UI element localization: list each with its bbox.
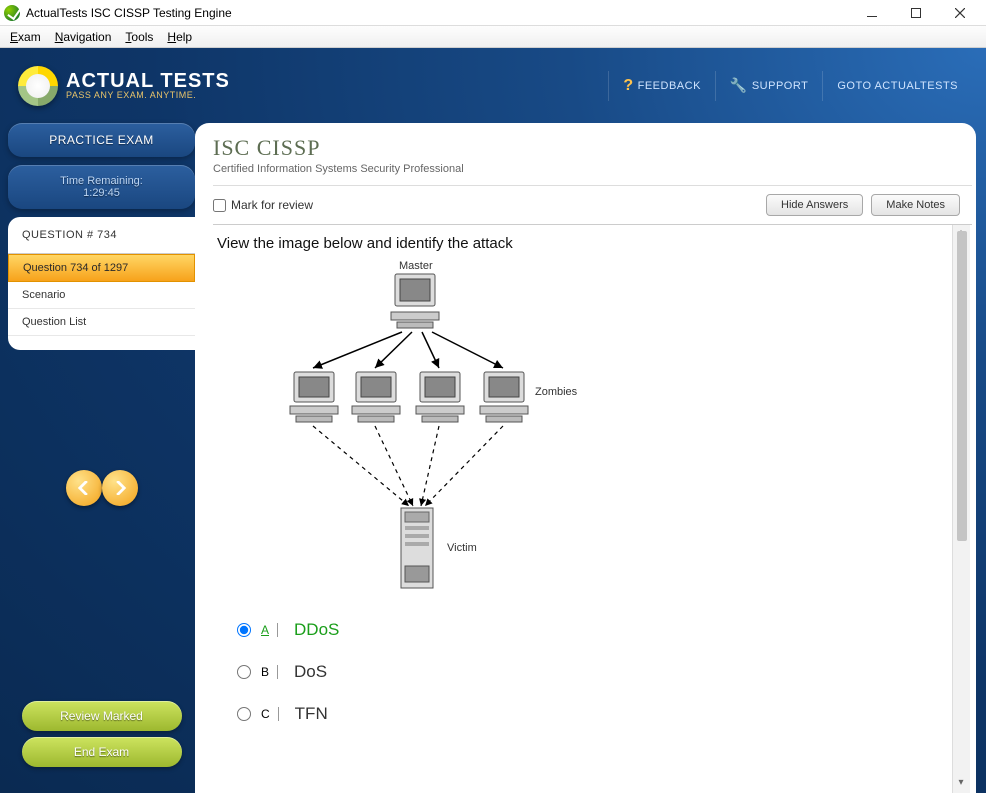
menu-tools[interactable]: Tools	[125, 30, 153, 44]
brand-subtitle: PASS ANY EXAM. ANYTIME.	[66, 91, 230, 100]
menu-navigation[interactable]: Navigation	[55, 30, 112, 44]
sidebar-nav: Question 734 of 1297 Scenario Question L…	[8, 254, 195, 336]
time-value: 1:29:45	[14, 187, 189, 199]
answer-list: A DDoS B DoS C TFN	[217, 600, 958, 724]
exam-title: ISC CISSP	[213, 135, 972, 161]
brand-title: ACTUAL TESTS	[66, 71, 230, 91]
hide-answers-button[interactable]: Hide Answers	[766, 194, 863, 216]
answer-option-b[interactable]: B DoS	[237, 662, 958, 682]
header-feedback-link[interactable]: ?FEEDBACK	[613, 73, 711, 99]
question-toolbar: Mark for review Hide Answers Make Notes	[213, 186, 972, 225]
mark-checkbox-input[interactable]	[213, 199, 226, 212]
brand-logo: ACTUAL TESTS PASS ANY EXAM. ANYTIME.	[18, 66, 230, 106]
time-remaining-pill: Time Remaining: 1:29:45	[8, 165, 195, 209]
window-minimize-button[interactable]	[850, 0, 894, 26]
prev-question-button[interactable]	[66, 470, 102, 506]
attack-diagram: Master Zombies Victim	[247, 260, 787, 600]
app-header: ACTUAL TESTS PASS ANY EXAM. ANYTIME. ?FE…	[0, 48, 986, 123]
menu-help[interactable]: Help	[167, 30, 192, 44]
scrollbar-thumb[interactable]	[957, 231, 967, 541]
answer-radio-c[interactable]	[237, 707, 251, 721]
question-body[interactable]: View the image below and identify the at…	[213, 225, 972, 793]
window-titlebar: ActualTests ISC CISSP Testing Engine	[0, 0, 986, 26]
sidebar-item-questionlist[interactable]: Question List	[8, 309, 195, 336]
next-question-button[interactable]	[102, 470, 138, 506]
window-title: ActualTests ISC CISSP Testing Engine	[26, 6, 850, 20]
window-maximize-button[interactable]	[894, 0, 938, 26]
question-text: View the image below and identify the at…	[217, 235, 958, 252]
review-marked-button[interactable]: Review Marked	[22, 701, 182, 731]
brand-ring-icon	[18, 66, 58, 106]
sidebar-item-question[interactable]: Question 734 of 1297	[8, 254, 195, 282]
header-support-link[interactable]: 🔧SUPPORT	[720, 73, 818, 98]
question-number-header: QUESTION # 734	[8, 217, 195, 254]
end-exam-button[interactable]: End Exam	[22, 737, 182, 767]
practice-exam-pill: PRACTICE EXAM	[8, 123, 195, 157]
menubar: Exam Navigation Tools Help	[0, 26, 986, 48]
menu-exam[interactable]: Exam	[10, 30, 41, 44]
header-goto-link[interactable]: GOTO ACTUALTESTS	[827, 76, 968, 96]
answer-radio-b[interactable]	[237, 665, 251, 679]
server-icon	[397, 506, 437, 599]
exam-subtitle: Certified Information Systems Security P…	[213, 163, 972, 186]
app-icon	[4, 5, 20, 21]
make-notes-button[interactable]: Make Notes	[871, 194, 960, 216]
window-close-button[interactable]	[938, 0, 982, 26]
scrollbar[interactable]: ▴ ▾	[952, 225, 970, 793]
question-icon: ?	[623, 77, 633, 95]
answer-option-a[interactable]: A DDoS	[237, 620, 958, 640]
mark-for-review-checkbox[interactable]: Mark for review	[213, 198, 313, 212]
nav-arrows	[8, 470, 195, 506]
sidebar: PRACTICE EXAM Time Remaining: 1:29:45 QU…	[0, 123, 195, 793]
app-shell: ACTUAL TESTS PASS ANY EXAM. ANYTIME. ?FE…	[0, 48, 986, 793]
answer-option-c[interactable]: C TFN	[237, 704, 958, 724]
wrench-icon: 🔧	[730, 77, 748, 94]
content-panel: ISC CISSP Certified Information Systems …	[195, 123, 976, 793]
answer-radio-a[interactable]	[237, 623, 251, 637]
sidebar-item-scenario[interactable]: Scenario	[8, 282, 195, 309]
scroll-down-icon[interactable]: ▾	[954, 777, 968, 791]
